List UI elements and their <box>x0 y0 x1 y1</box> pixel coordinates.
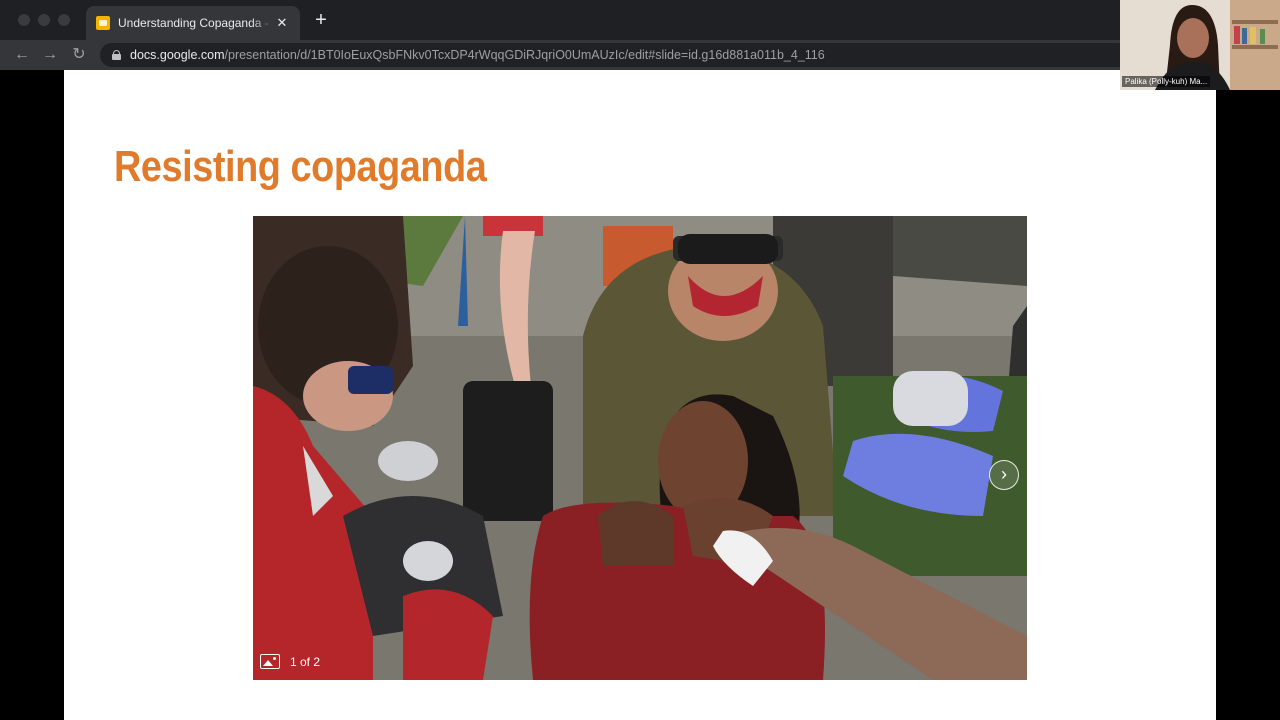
address-bar[interactable]: docs.google.com/presentation/d/1BT0IoEux… <box>100 43 1130 67</box>
url-path: /presentation/d/1BT0IoEuxQsbFNkv0TcxDP4r… <box>224 48 825 62</box>
chevron-right-icon[interactable]: › <box>989 460 1019 490</box>
browser-window: Understanding Copaganda - G ✕ + ← → ↻ do… <box>0 0 1280 720</box>
tab-title: Understanding Copaganda - G <box>118 16 274 30</box>
lock-icon <box>112 50 121 60</box>
tab-close-icon[interactable]: ✕ <box>274 15 290 31</box>
participant-name: Palika (Polly-kuh) Ma... <box>1122 76 1211 87</box>
image-counter: 1 of 2 <box>260 654 320 669</box>
browser-tab-active[interactable]: Understanding Copaganda - G ✕ <box>86 6 300 40</box>
google-slides-icon <box>96 16 110 30</box>
gallery-icon <box>260 654 280 669</box>
new-tab-button[interactable]: + <box>312 10 330 30</box>
window-minimize-control[interactable] <box>38 14 50 26</box>
url-host: docs.google.com <box>130 48 225 62</box>
url-text[interactable]: docs.google.com/presentation/d/1BT0IoEux… <box>130 48 825 62</box>
slide: Resisting copaganda › 1 of 2 <box>64 70 1216 720</box>
presentation-stage: Resisting copaganda › 1 of 2 <box>0 70 1280 720</box>
window-close-control[interactable] <box>18 14 30 26</box>
slide-photo[interactable]: › 1 of 2 <box>253 216 1027 680</box>
tab-strip: Understanding Copaganda - G ✕ + <box>0 0 1280 40</box>
slide-title: Resisting copaganda <box>114 142 487 191</box>
window-zoom-control[interactable] <box>58 14 70 26</box>
reload-icon[interactable]: ↻ <box>70 46 88 64</box>
back-arrow-icon[interactable]: ← <box>13 46 31 64</box>
forward-arrow-icon[interactable]: → <box>41 46 59 64</box>
image-counter-text: 1 of 2 <box>290 654 321 669</box>
browser-toolbar: ← → ↻ docs.google.com/presentation/d/1BT… <box>0 40 1280 70</box>
webcam-overlay: Palika (Polly-kuh) Ma... <box>1120 0 1280 90</box>
protest-photo-illustration <box>253 216 1027 680</box>
